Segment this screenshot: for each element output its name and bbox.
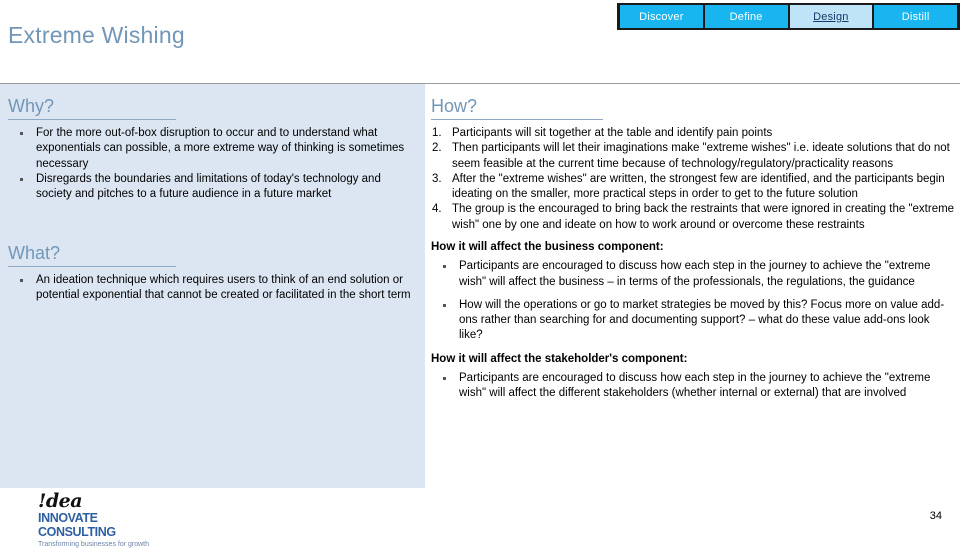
list-item: The group is the encouraged to bring bac…	[432, 202, 955, 231]
what-heading: What?	[8, 243, 61, 263]
why-heading-rule	[8, 119, 176, 120]
nav-tab-design[interactable]: Design	[789, 5, 873, 28]
how-numbered-list: Participants will sit together at the ta…	[431, 126, 956, 233]
list-item: After the "extreme wishes" are written, …	[432, 172, 945, 201]
list-item: An ideation technique which requires use…	[8, 273, 418, 304]
business-component-heading: How it will affect the business componen…	[431, 240, 664, 253]
logo-company-name: INNOVATE CONSULTING	[38, 511, 116, 539]
nav-tab-discover-label: Discover	[639, 10, 684, 23]
list-item: Participants are encouraged to discuss h…	[431, 259, 956, 290]
nav-tab-distill[interactable]: Distill	[874, 5, 957, 28]
logo-idea-mark: !dea	[38, 490, 83, 512]
what-section: What? An ideation technique which requir…	[8, 243, 418, 304]
nav-tab-discover[interactable]: Discover	[620, 5, 703, 28]
why-heading: Why?	[8, 96, 55, 116]
list-item: Participants are encouraged to discuss h…	[431, 371, 956, 402]
page-title: Extreme Wishing	[8, 22, 185, 48]
list-item: Participants will sit together at the ta…	[432, 126, 773, 142]
list-item: For the more out-of-box disruption to oc…	[8, 126, 418, 172]
how-heading-rule	[431, 119, 603, 120]
top-navigation-bar: Discover Define Design Distill	[617, 3, 960, 30]
nav-tab-define[interactable]: Define	[704, 5, 788, 28]
why-section: Why? For the more out-of-box disruption …	[8, 96, 418, 202]
company-logo: !dea INNOVATE CONSULTING Transforming bu…	[38, 492, 173, 548]
stakeholder-component-heading: How it will affect the stakeholder's com…	[431, 352, 688, 365]
page-number: 34	[929, 510, 942, 522]
how-heading: How?	[431, 96, 478, 116]
stakeholder-component-list: Participants are encouraged to discuss h…	[431, 371, 956, 402]
what-heading-rule	[8, 266, 176, 267]
nav-tab-design-label: Design	[813, 10, 849, 23]
list-item: How will the operations or go to market …	[431, 298, 956, 344]
nav-tab-distill-label: Distill	[901, 10, 930, 23]
logo-tagline: Transforming businesses for growth	[38, 540, 150, 548]
business-component-list: Participants are encouraged to discuss h…	[431, 259, 956, 343]
list-item: Disregards the boundaries and limitation…	[8, 172, 418, 203]
nav-tab-define-label: Define	[729, 10, 763, 23]
what-bullet-list: An ideation technique which requires use…	[8, 273, 418, 304]
how-section: How? Participants will sit together at t…	[431, 96, 956, 402]
why-bullet-list: For the more out-of-box disruption to oc…	[8, 126, 418, 202]
list-item: Then participants will let their imagina…	[432, 141, 950, 170]
